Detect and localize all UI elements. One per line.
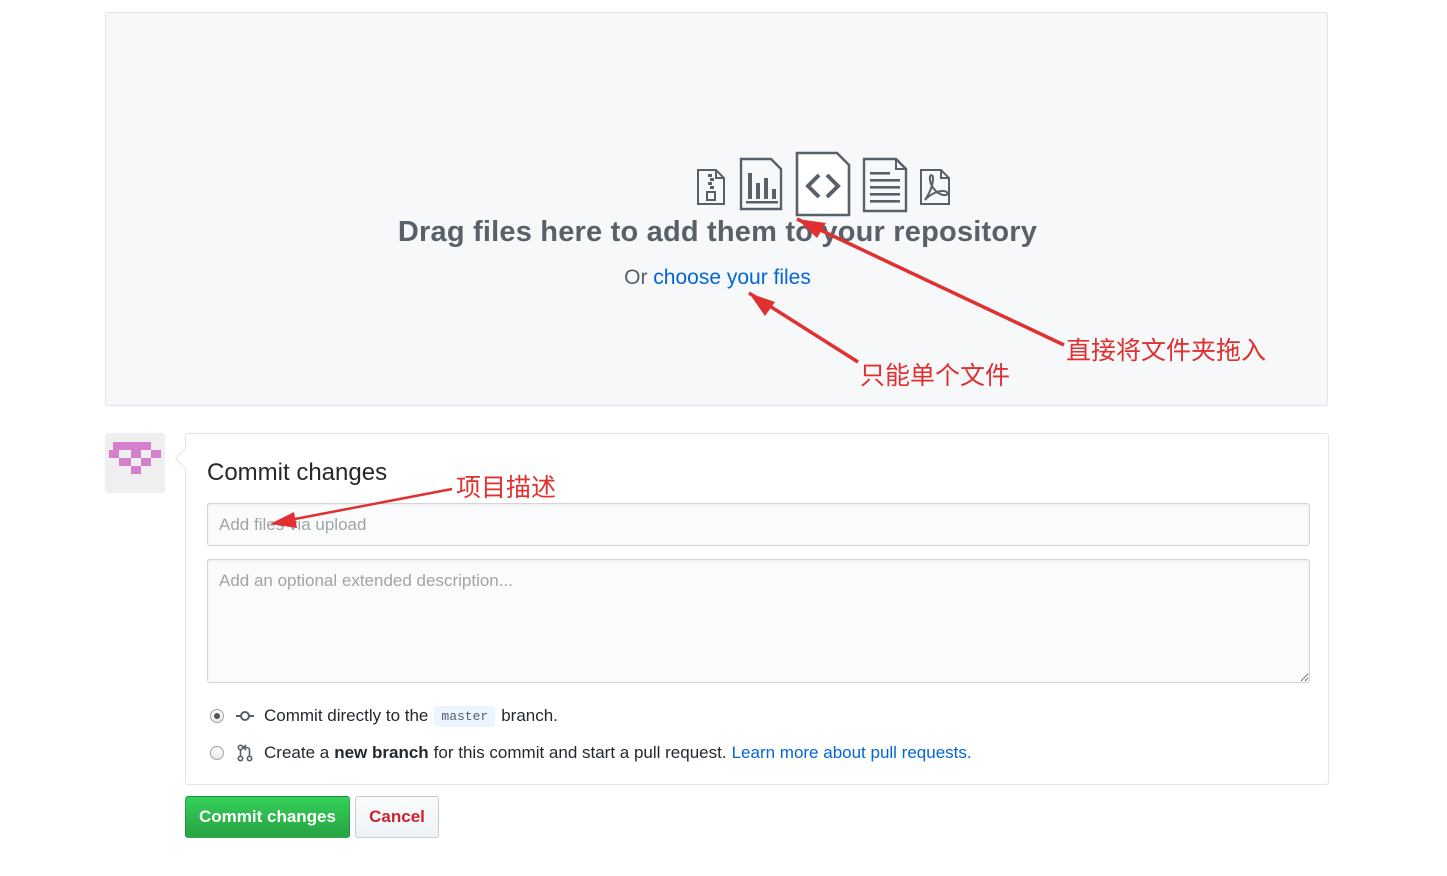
git-pull-request-icon [236,744,254,762]
avatar-pixel [119,458,131,466]
avatar-pixel [151,450,161,458]
file-code-icon [795,151,851,217]
choose-files-link[interactable]: choose your files [653,266,811,289]
commit-summary-input[interactable] [207,503,1310,546]
commit-direct-option[interactable]: Commit directly to the master branch. [210,704,558,728]
file-type-icons [691,151,961,221]
file-zip-icon [697,169,725,205]
avatar-pixel [109,450,119,458]
avatar-pixel [125,442,151,450]
commit-direct-prefix: Commit directly to the [264,706,429,725]
graph-icon [739,157,783,211]
avatar-pixel [141,458,151,466]
new-branch-suffix: for this commit and start a pull request… [433,743,727,762]
commit-description-textarea[interactable] [207,559,1310,683]
new-branch-bold: new branch [334,743,429,762]
avatar-pixel [131,450,141,458]
branch-name-badge: master [434,705,496,727]
commit-form: Commit changes Commit directly to the ma… [185,433,1329,785]
new-branch-option[interactable]: Create a new branch for this commit and … [210,741,972,765]
avatar-pixel [131,466,141,474]
new-branch-prefix: Create a [264,743,330,762]
upload-page: Drag files here to add them to your repo… [0,0,1447,876]
new-branch-radio[interactable] [210,746,224,760]
commit-direct-radio[interactable] [210,709,224,723]
learn-more-pull-requests-link[interactable]: Learn more about pull requests. [732,743,972,763]
file-text-icon [862,157,908,213]
commit-form-title: Commit changes [207,459,388,486]
cancel-button[interactable]: Cancel [355,796,439,838]
commit-direct-suffix: branch. [501,706,558,725]
avatar[interactable] [105,433,165,493]
file-drop-zone[interactable]: Drag files here to add them to your repo… [105,12,1328,406]
file-pdf-icon [920,169,950,205]
drop-zone-subtitle: Or choose your files [106,266,1329,290]
drop-zone-title: Drag files here to add them to your repo… [397,216,1038,248]
or-text: Or [624,266,648,289]
git-commit-icon [236,707,254,725]
commit-changes-button[interactable]: Commit changes [185,796,350,838]
